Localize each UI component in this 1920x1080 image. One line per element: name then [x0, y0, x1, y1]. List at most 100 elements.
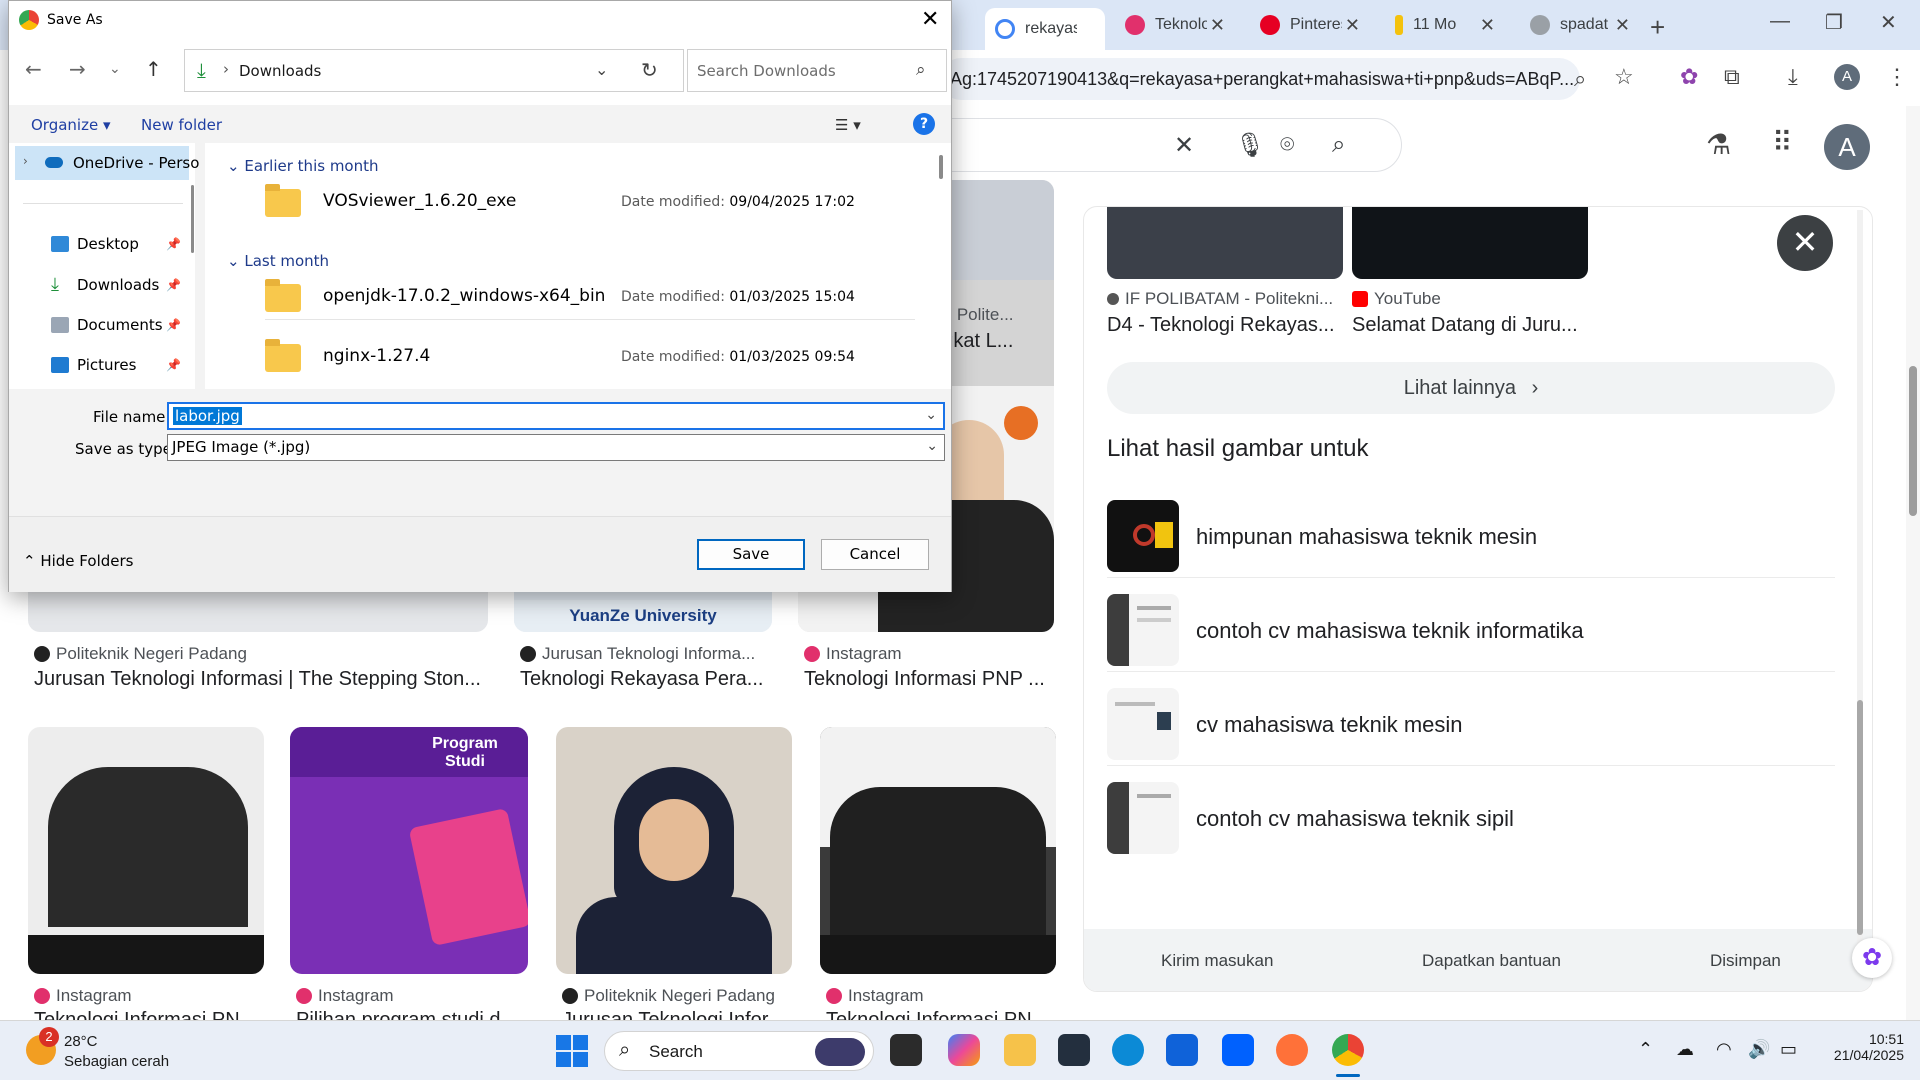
feedback-link[interactable]: Kirim masukan — [1161, 951, 1273, 971]
system-clock[interactable]: 10:51 21/04/2025 — [1814, 1031, 1904, 1063]
menu-kebab-icon[interactable]: ⋮ — [1886, 64, 1908, 90]
save-type-select[interactable]: JPEG Image (*.jpg) ⌄ — [167, 434, 945, 461]
labs-flask-icon[interactable]: ⚗ — [1706, 128, 1731, 161]
camera-lens-icon[interactable]: ⌾ — [1280, 131, 1294, 159]
minimize-icon[interactable]: — — [1770, 10, 1790, 33]
bookmark-star-icon[interactable]: ☆ — [1614, 64, 1634, 90]
tab-11-mo[interactable]: 11 Mo ✕ — [1385, 8, 1505, 42]
result-title[interactable]: Jurusan Teknologi Informasi | The Steppi… — [34, 668, 494, 691]
dialog-close-icon[interactable]: ✕ — [921, 7, 939, 32]
result-title[interactable]: Teknologi Informasi PN — [34, 1009, 270, 1020]
chrome-taskbar-icon[interactable] — [1332, 1034, 1364, 1066]
related-search-item[interactable]: contoh cv mahasiswa teknik informatika — [1107, 580, 1835, 672]
help-icon[interactable]: ? — [913, 113, 935, 135]
result-image[interactable] — [820, 727, 1056, 974]
cancel-button[interactable]: Cancel — [821, 539, 929, 570]
chevron-down-icon[interactable]: ⌄ — [925, 407, 937, 423]
close-tab-icon[interactable]: ✕ — [1480, 15, 1495, 36]
related-card-image[interactable] — [1352, 207, 1588, 279]
tab-rekayasa[interactable]: rekayasa perangkat mahasiswa — [985, 8, 1105, 50]
nav-item-documents[interactable]: Documents — [51, 316, 163, 334]
saved-link[interactable]: Disimpan — [1710, 951, 1781, 971]
chevron-down-icon[interactable]: ⌄ — [926, 438, 938, 454]
onedrive-tray-icon[interactable]: ☁ — [1676, 1039, 1694, 1060]
dialog-search-input[interactable]: Search Downloads ⌕ — [687, 49, 947, 92]
taskbar-search[interactable]: ⌕ Search — [604, 1031, 874, 1071]
extension-brain-icon[interactable]: ✿ — [1680, 64, 1698, 90]
google-account-avatar[interactable]: A — [1824, 124, 1870, 170]
related-search-item[interactable]: contoh cv mahasiswa teknik sipil — [1107, 768, 1835, 860]
result-title[interactable]: Teknologi Informasi PNP ... — [804, 668, 1060, 691]
close-tab-icon[interactable]: ✕ — [1615, 15, 1630, 36]
tab-pinterest[interactable]: Pinterest ✕ — [1250, 8, 1370, 42]
result-source[interactable]: Politeknik Negeri Padang — [562, 986, 775, 1006]
restore-icon[interactable]: ❐ — [1825, 10, 1843, 35]
back-arrow-icon[interactable]: ← — [25, 57, 42, 81]
file-row[interactable]: openjdk-17.0.2_windows-x64_bin Date modi… — [265, 279, 915, 320]
file-list-scrollbar[interactable] — [939, 155, 943, 179]
address-bar[interactable]: Ag:1745207190413&q=rekayasa+perangkat+ma… — [940, 58, 1580, 100]
onedrive-nav-item[interactable]: › OneDrive - Perso — [15, 146, 199, 180]
copilot-icon[interactable] — [948, 1034, 980, 1066]
battery-icon[interactable]: ▭ — [1780, 1039, 1797, 1060]
card-source[interactable]: YouTube — [1352, 289, 1441, 309]
close-tab-icon[interactable]: ✕ — [1345, 15, 1360, 36]
nav-scrollbar[interactable] — [191, 185, 194, 253]
tab-spadat[interactable]: spadat ✕ — [1520, 8, 1640, 42]
file-row[interactable]: nginx-1.27.4 Date modified: 01/03/2025 0… — [265, 339, 915, 380]
google-search-bar[interactable]: ✕ 🎙 ⌾ ⌕ — [930, 118, 1402, 172]
download-icon[interactable]: ⤓ — [1788, 64, 1798, 90]
result-title[interactable]: Pilihan program studi d — [296, 1009, 532, 1020]
zoom-icon[interactable]: ⌕ — [1574, 66, 1586, 92]
up-arrow-icon[interactable]: ↑ — [145, 57, 162, 81]
result-image[interactable] — [556, 727, 792, 974]
result-image[interactable] — [28, 727, 264, 974]
microphone-icon[interactable]: 🎙 — [1235, 131, 1265, 160]
page-scrollbar[interactable] — [1906, 106, 1920, 1020]
nav-item-pictures[interactable]: Pictures — [51, 356, 136, 374]
see-more-button[interactable]: Lihat lainnya › — [1107, 362, 1835, 414]
tab-teknologi-informasi[interactable]: Teknologi Informasi ✕ — [1115, 8, 1235, 42]
group-header[interactable]: ⌄ Last month — [227, 252, 329, 270]
path-dropdown-icon[interactable]: ⌄ — [595, 60, 608, 79]
apps-grid-icon[interactable]: ⠿ — [1772, 126, 1793, 159]
card-source[interactable]: IF POLIBATAM - Politekni... — [1107, 289, 1333, 309]
related-card-image[interactable] — [1107, 207, 1343, 279]
nav-item-desktop[interactable]: Desktop — [51, 235, 139, 253]
file-explorer-icon[interactable] — [1004, 1034, 1036, 1066]
file-name-input[interactable]: labor.jpg ⌄ — [167, 402, 945, 430]
amazon-icon[interactable] — [1058, 1034, 1090, 1066]
forward-arrow-icon[interactable]: → — [69, 57, 86, 81]
profile-avatar[interactable]: A — [1834, 64, 1860, 90]
edge-icon[interactable] — [1112, 1034, 1144, 1066]
result-source[interactable]: Instagram — [804, 644, 902, 664]
volume-icon[interactable]: 🔊 — [1748, 1039, 1770, 1060]
result-title[interactable]: Jurusan Teknologi Infor — [562, 1009, 798, 1020]
result-title[interactable]: Teknologi Informasi PN — [826, 1009, 1062, 1020]
wifi-icon[interactable]: ◠ — [1716, 1039, 1732, 1060]
result-title[interactable]: Teknologi Rekayasa Pera... — [520, 668, 778, 691]
save-button[interactable]: Save — [697, 539, 805, 570]
recent-locations-icon[interactable]: ⌄ — [109, 61, 121, 77]
card-title[interactable]: Selamat Datang di Juru... — [1352, 314, 1588, 337]
task-view-icon[interactable] — [890, 1034, 922, 1066]
address-path-bar[interactable]: ⤓ › Downloads ⌄ ↻ — [184, 49, 684, 92]
extensions-icon[interactable]: ⧉ — [1724, 64, 1740, 90]
card-title[interactable]: D4 - Teknologi Rekayas... — [1107, 314, 1343, 337]
close-tab-icon[interactable]: ✕ — [1210, 15, 1225, 36]
new-tab-button[interactable]: + — [1650, 12, 1665, 43]
related-search-item[interactable]: cv mahasiswa teknik mesin — [1107, 674, 1835, 766]
show-hidden-icons[interactable]: ⌃ — [1638, 1039, 1653, 1060]
start-button[interactable] — [556, 1035, 588, 1067]
group-header[interactable]: ⌄ Earlier this month — [227, 157, 379, 175]
result-source[interactable]: Jurusan Teknologi Informa... — [520, 644, 755, 664]
hide-folders-toggle[interactable]: ⌃ Hide Folders — [23, 552, 133, 570]
result-source[interactable]: Instagram — [296, 986, 394, 1006]
expand-chevron-icon[interactable]: › — [23, 154, 28, 168]
result-source[interactable]: Politeknik Negeri Padang — [34, 644, 247, 664]
panel-scrollbar[interactable] — [1857, 210, 1863, 970]
dropbox-icon[interactable] — [1222, 1034, 1254, 1066]
close-window-icon[interactable]: ✕ — [1880, 10, 1897, 35]
result-source[interactable]: Instagram — [826, 986, 924, 1006]
result-source[interactable]: Instagram — [34, 986, 132, 1006]
